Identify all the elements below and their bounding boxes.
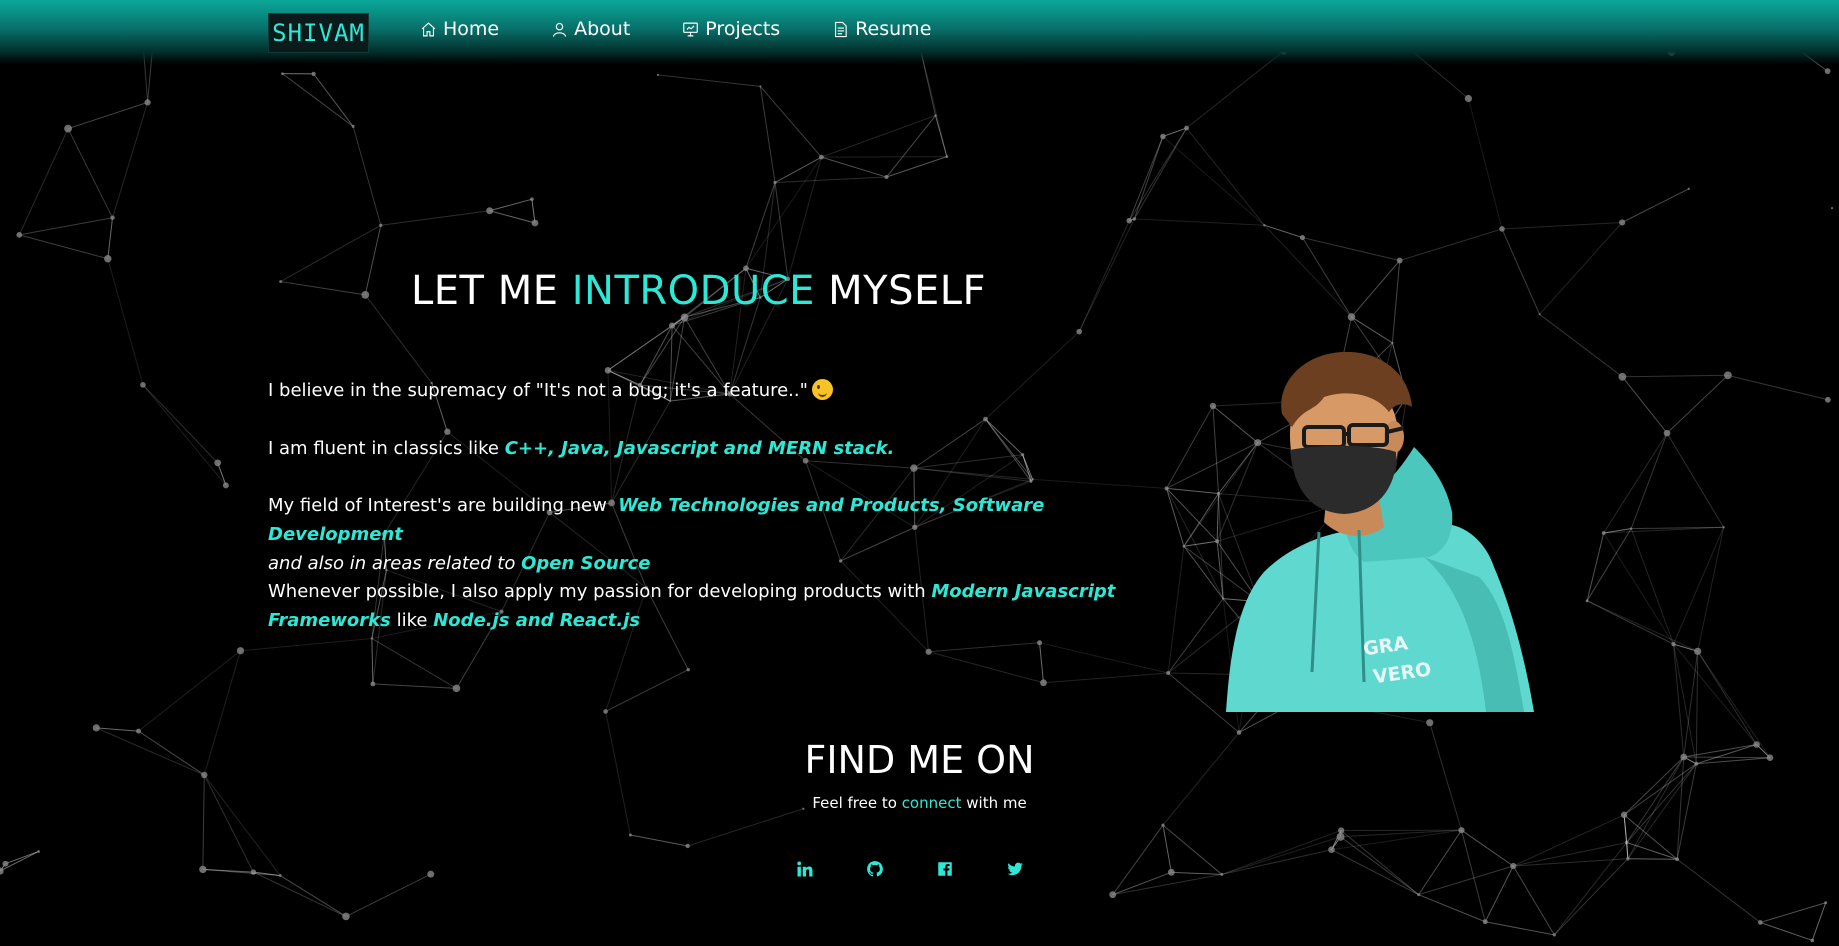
intro-p3-text: My field of Interest's are building new	[268, 495, 613, 516]
avatar-illustration: GRA VERO	[1226, 352, 1534, 712]
facebook-icon	[938, 862, 952, 876]
linkedin-link[interactable]	[796, 857, 866, 881]
intro-p4-mid: like	[390, 610, 434, 631]
find-me-title: FIND ME ON	[804, 738, 1035, 782]
find-me-subtitle: Feel free to connect with me	[0, 794, 1839, 812]
twitter-link[interactable]	[1006, 857, 1076, 881]
social-links	[796, 857, 1076, 881]
intro-p3-italic: and also in areas related to	[268, 553, 522, 574]
find-sub-text-2: with me	[961, 794, 1027, 812]
presentation-icon	[683, 22, 699, 36]
find-sub-accent: connect	[901, 794, 962, 812]
nav-home-label: Home	[443, 18, 500, 40]
intro-p3-highlight-2: Open Source	[521, 553, 651, 574]
linkedin-icon	[797, 861, 813, 877]
document-icon	[835, 21, 847, 37]
nav-home[interactable]: Home	[420, 18, 499, 40]
navbar: SHIVAM Home About Projects Resume	[0, 0, 1839, 64]
intro-p1-text: I believe in the supremacy of "It's not …	[268, 380, 808, 401]
nav-resume-label: Resume	[855, 18, 932, 40]
nav-about-label: About	[574, 18, 631, 40]
nav-resume[interactable]: Resume	[832, 18, 931, 40]
page: SHIVAM Home About Projects Resume LET ME…	[0, 0, 1839, 946]
nav-projects-label: Projects	[705, 18, 781, 40]
user-icon	[553, 22, 567, 37]
logo[interactable]: SHIVAM	[268, 13, 369, 53]
github-icon	[867, 861, 883, 877]
intro-p4-text: Whenever possible, I also apply my passi…	[268, 581, 932, 602]
intro-paragraph-3: My field of Interest's are building new …	[268, 491, 1128, 578]
intro-p2-text: I am fluent in classics like	[268, 438, 505, 459]
github-link[interactable]	[866, 857, 936, 881]
intro-title-part1: LET ME	[411, 268, 572, 314]
twitter-icon	[1007, 862, 1023, 876]
intro-paragraph-2: I am fluent in classics like C++, Java, …	[268, 434, 1128, 463]
find-sub-text-1: Feel free to	[812, 794, 902, 812]
intro-title: LET ME INTRODUCE MYSELF	[411, 268, 986, 314]
nav-menu: Home About Projects Resume	[420, 18, 983, 40]
intro-paragraph-4: Whenever possible, I also apply my passi…	[268, 577, 1128, 635]
intro-title-accent: INTRODUCE	[571, 268, 815, 314]
home-icon	[421, 21, 436, 36]
nav-about[interactable]: About	[551, 18, 630, 40]
intro-p4-highlight-2: Node.js and React.js	[433, 610, 641, 631]
intro-paragraph-1: I believe in the supremacy of "It's not …	[268, 376, 1128, 405]
intro-title-part2: MYSELF	[814, 268, 987, 314]
intro-p2-highlight: C++, Java, Javascript and MERN stack.	[504, 438, 895, 459]
facebook-link[interactable]	[936, 857, 1006, 881]
wink-emoji-icon	[811, 379, 833, 400]
nav-projects[interactable]: Projects	[682, 18, 780, 40]
